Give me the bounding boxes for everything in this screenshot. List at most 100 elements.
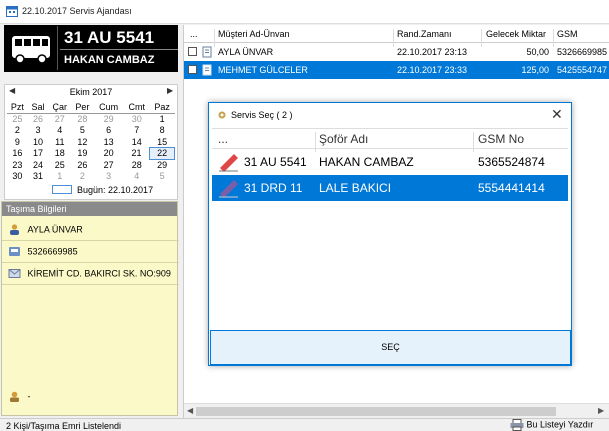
phone-icon bbox=[9, 247, 20, 257]
document-icon bbox=[202, 64, 212, 76]
dialog-title: Servis Seç ( 2 ) bbox=[231, 110, 293, 120]
print-list-button[interactable]: Bu Listeyi Yazdır bbox=[510, 419, 593, 431]
calendar-day[interactable]: 3 bbox=[94, 171, 124, 183]
scroll-thumb[interactable] bbox=[196, 407, 556, 416]
weekday-label: Paz bbox=[149, 102, 175, 114]
calendar-day[interactable]: 23 bbox=[7, 159, 28, 171]
row-amount: 125,00 bbox=[521, 65, 549, 75]
window-title: 22.10.2017 Servis Ajandası bbox=[22, 6, 132, 16]
service-driver: LALE BAKICI bbox=[319, 181, 392, 195]
col-header-driver[interactable]: Şoför Adı bbox=[319, 132, 368, 146]
table-row-selected[interactable]: MEHMET GÜLCELER 22.10.2017 23:33 125,00 … bbox=[184, 61, 609, 79]
service-grid-header: ... Şoför Adı GSM No bbox=[212, 129, 568, 152]
calendar-day[interactable]: 2 bbox=[7, 125, 28, 137]
status-bar: 2 Kişi/Taşıma Emri Listelendi Bu Listeyi… bbox=[0, 418, 609, 431]
row-checkbox[interactable] bbox=[188, 65, 197, 74]
calendar-day[interactable]: 18 bbox=[48, 148, 71, 160]
info-address-row: KİREMİT CD. BAKIRCI SK. NO:909 bbox=[8, 268, 171, 279]
calendar-day[interactable]: 1 bbox=[150, 113, 175, 125]
col-header-gsm[interactable]: GSM No bbox=[478, 132, 524, 146]
col-header-time[interactable]: Rand.Zamanı bbox=[397, 29, 452, 39]
calendar-day[interactable]: 25 bbox=[7, 113, 28, 125]
calendar-day[interactable]: 10 bbox=[28, 136, 49, 148]
row-gsm: 5326669985 bbox=[557, 47, 608, 57]
service-grid[interactable]: ... Şoför Adı GSM No 31 AU 5541 HAKAN CA… bbox=[212, 128, 568, 328]
calendar-day[interactable]: 4 bbox=[124, 171, 150, 183]
calendar-grid: Pzt Sal Çar Per Cum Cmt Paz 25 26 27 28 … bbox=[7, 102, 175, 182]
calendar-day[interactable]: 30 bbox=[7, 171, 28, 183]
calendar-day[interactable]: 27 bbox=[48, 113, 71, 125]
today-link[interactable]: Bugün: 22.10.2017 bbox=[77, 185, 153, 195]
calendar-day[interactable]: 26 bbox=[28, 113, 49, 125]
select-button[interactable]: SEÇ bbox=[210, 330, 571, 365]
calendar-day[interactable]: 2 bbox=[71, 171, 93, 183]
col-header-amount[interactable]: Gelecek Miktar bbox=[486, 29, 546, 39]
calendar-day[interactable]: 9 bbox=[7, 136, 28, 148]
calendar-day[interactable]: 14 bbox=[124, 136, 150, 148]
calendar-day[interactable]: 12 bbox=[71, 136, 93, 148]
envelope-icon bbox=[8, 269, 21, 279]
weekday-label: Sal bbox=[27, 102, 49, 114]
person-icon bbox=[10, 224, 19, 236]
vehicle-plate: 31 AU 5541 bbox=[64, 28, 155, 47]
vehicle-driver: HAKAN CAMBAZ bbox=[64, 54, 155, 66]
next-month-icon[interactable]: ▶ bbox=[167, 86, 173, 95]
dialog-title-bar[interactable]: Servis Seç ( 2 ) ✕ bbox=[209, 103, 571, 127]
calendar-day[interactable]: 19 bbox=[71, 148, 93, 160]
calendar-day[interactable]: 20 bbox=[94, 148, 124, 160]
calendar-day[interactable]: 1 bbox=[48, 171, 71, 183]
calendar-day[interactable]: 25 bbox=[48, 159, 71, 171]
horizontal-scrollbar[interactable]: ◀ ▶ bbox=[184, 403, 609, 418]
service-gsm: 5554441414 bbox=[478, 181, 545, 195]
calendar-day[interactable]: 29 bbox=[94, 113, 124, 125]
calendar-day[interactable]: 27 bbox=[94, 159, 124, 171]
row-amount: 50,00 bbox=[526, 47, 549, 57]
document-icon bbox=[202, 46, 212, 58]
calendar-day[interactable]: 30 bbox=[124, 113, 150, 125]
scroll-right-icon[interactable]: ▶ bbox=[598, 406, 604, 415]
printer-icon bbox=[510, 419, 524, 431]
service-driver: HAKAN CAMBAZ bbox=[319, 155, 414, 169]
grid-header: ... Müşteri Ad-Ünvan Rand.Zamanı Gelecek… bbox=[184, 25, 609, 47]
calendar-day[interactable]: 29 bbox=[150, 159, 175, 171]
scroll-left-icon[interactable]: ◀ bbox=[187, 406, 193, 415]
calendar-day[interactable]: 26 bbox=[71, 159, 93, 171]
calendar-day[interactable]: 17 bbox=[28, 148, 49, 160]
calendar-day[interactable]: 6 bbox=[94, 125, 124, 137]
calendar-day[interactable]: 7 bbox=[124, 125, 150, 137]
pen-icon bbox=[219, 180, 238, 198]
info-phone: 5326669985 bbox=[27, 246, 78, 257]
calendar-day[interactable]: 8 bbox=[150, 125, 175, 137]
info-address: KİREMİT CD. BAKIRCI SK. NO:909 bbox=[27, 268, 171, 279]
plate-divider bbox=[60, 49, 178, 50]
calendar-day[interactable]: 3 bbox=[28, 125, 49, 137]
calendar-day[interactable]: 15 bbox=[150, 136, 175, 148]
select-service-dialog[interactable]: Servis Seç ( 2 ) ✕ ... Şoför Adı GSM No … bbox=[208, 102, 572, 366]
calendar-day[interactable]: 11 bbox=[48, 136, 71, 148]
weekday-label: Cum bbox=[93, 102, 124, 114]
calendar-day[interactable]: 28 bbox=[71, 113, 93, 125]
calendar-day[interactable]: 16 bbox=[7, 148, 28, 160]
calendar-day[interactable]: 31 bbox=[28, 171, 49, 183]
close-icon[interactable]: ✕ bbox=[551, 106, 563, 123]
calendar-day[interactable]: 28 bbox=[124, 159, 150, 171]
vehicle-panel[interactable]: 31 AU 5541 HAKAN CAMBAZ bbox=[4, 25, 178, 72]
service-row-selected[interactable]: 31 DRD 11 LALE BAKICI 5554441414 bbox=[212, 175, 568, 201]
calendar-day[interactable]: 5 bbox=[150, 171, 175, 183]
calendar-day[interactable]: 5 bbox=[71, 125, 93, 137]
print-list-label: Bu Listeyi Yazdır bbox=[526, 419, 594, 430]
col-header-menu[interactable]: ... bbox=[190, 29, 198, 39]
col-header-menu[interactable]: ... bbox=[218, 132, 228, 146]
row-checkbox[interactable] bbox=[188, 47, 197, 56]
col-header-customer[interactable]: Müşteri Ad-Ünvan bbox=[218, 29, 290, 39]
service-plate: 31 DRD 11 bbox=[244, 181, 303, 195]
col-header-gsm[interactable]: GSM bbox=[557, 29, 578, 39]
calendar-day-today[interactable]: 22 bbox=[149, 147, 175, 160]
calendar-day[interactable]: 21 bbox=[124, 148, 150, 160]
calendar-day[interactable]: 24 bbox=[28, 159, 49, 171]
calendar-day[interactable]: 4 bbox=[48, 125, 71, 137]
calendar-day[interactable]: 13 bbox=[94, 136, 124, 148]
service-row[interactable]: 31 AU 5541 HAKAN CAMBAZ 5365524874 bbox=[212, 149, 568, 175]
table-row[interactable]: AYLA ÜNVAR 22.10.2017 23:13 50,00 532666… bbox=[184, 43, 609, 61]
month-calendar[interactable]: ◀ Ekim 2017 ▶ Pzt Sal Çar Per Cum Cmt Pa… bbox=[4, 84, 178, 200]
